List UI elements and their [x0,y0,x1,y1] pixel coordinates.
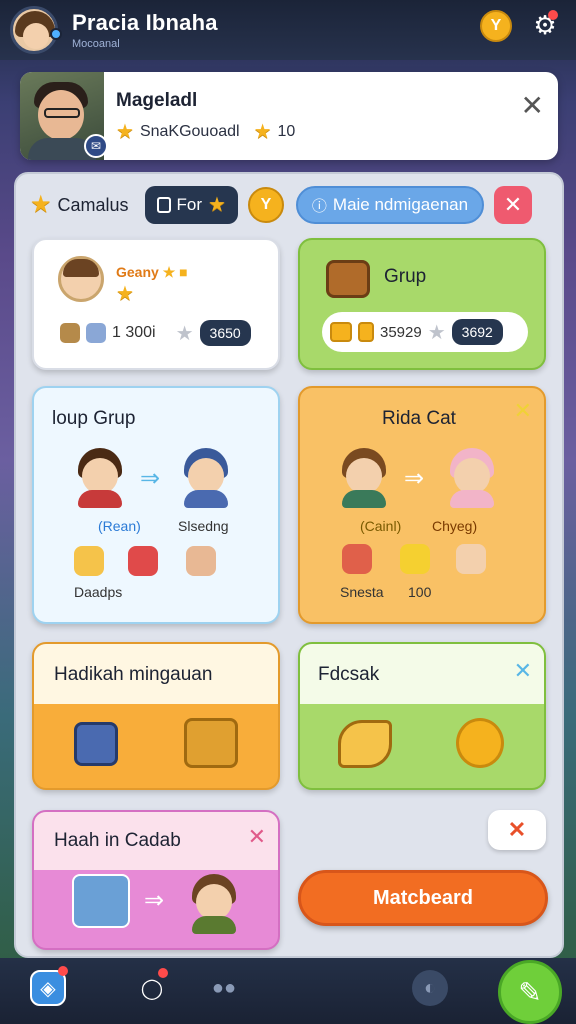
filter-label-text: Camalus [57,194,129,215]
filter-label: ★ Camalus [30,193,129,217]
notification-dot [548,10,558,20]
card-grup[interactable]: Grup 35929 ★ 3692 [298,238,546,370]
treasure-chest-icon [184,718,238,768]
close-icon[interactable]: ✕ [248,824,266,850]
notification-dot [58,966,68,976]
profile-card: ✉ Mageladl ★ SnaKGouoadl ★ 10 ✕ [20,72,558,160]
avatar [58,256,104,302]
gold-box-icon [330,322,352,342]
main-panel: ★ Camalus For ★ Y ⓘ Maie ndmigaenan ✕ Ge… [14,172,564,958]
star-icon: ★ [30,191,52,218]
search-pill-label: Maie ndmigaenan [332,195,469,214]
bottom-nav: ◈ ◯ ●● ◐ ✎ [0,958,576,1024]
gold-coins-icon [456,718,504,768]
card-badge-value: 3650 [199,320,251,346]
character-label: (Rean) [98,518,141,534]
star-icon: ★ [116,283,134,305]
star-icon: ★ [208,194,226,216]
character-avatar [180,448,232,508]
info-icon: ⓘ [311,197,327,215]
card-stats-row: 1 300i ★ 3650 [60,320,251,346]
chest-icon [326,260,370,298]
card-rida-cat[interactable]: Rida Cat ✕ ⇒ (Cainl) Chyeg) Snesta 100 [298,386,546,624]
card-haah[interactable]: Haah in Cadab ✕ ⇒ [32,810,280,950]
character-icon [456,544,486,574]
notification-dot [158,968,168,978]
card-label: Daadps [74,584,123,600]
character-avatar [338,448,390,508]
search-pill[interactable]: ⓘ Maie ndmigaenan [295,186,484,224]
top-bar: Pracia Ibnaha Mocoanal Y ⚙ [0,0,576,60]
profile-stats: ★ SnaKGouoadl ★ 10 [116,122,295,142]
user-name: Pracia Ibnaha [72,10,218,35]
star-icon: ★ [116,121,134,143]
card-value: 1 300i [112,324,156,341]
card-profile-stats[interactable]: Geany ★ ■ ★ 1 300i ★ 3650 [32,238,280,370]
arrow-right-icon: ⇒ [144,887,165,914]
card-title: Rida Cat [382,408,456,429]
card-label: Snesta [340,584,384,600]
card-fdcsak[interactable]: Fdcsak ✕ [298,642,546,790]
nav-friends-icon[interactable]: ●● [206,970,242,1006]
character-avatar [446,448,498,508]
card-weekly[interactable]: Hadikah mingauan [32,642,280,790]
card-badge-value: 3692 [451,319,503,345]
arrow-right-icon: ⇒ [140,465,161,492]
coin-button[interactable]: Y [247,187,284,223]
close-icon[interactable]: ✕ [514,398,532,424]
character-icon [342,544,372,574]
rocket-icon [338,720,392,768]
close-icon[interactable]: ✕ [514,658,532,684]
cards-icon [74,722,118,766]
fruit-icon [400,544,430,574]
star-icon: ★ [427,321,446,344]
character-avatar [74,448,126,508]
card-title: Grup [384,266,427,287]
star-icon: ★ [175,322,194,345]
gold-scroll-icon [358,322,374,342]
close-filter-button[interactable]: ✕ [493,186,532,224]
profile-stat-label: SnaKGouoadl [139,123,240,140]
filter-row: ★ Camalus For ★ Y ⓘ Maie ndmigaenan ✕ [30,184,552,226]
character-avatar [188,874,240,934]
card-tag-text: Geany [116,264,159,280]
character-label: Chyeg) [432,518,478,534]
filter-pill[interactable]: For ★ [144,186,238,224]
card-value: 35929 [380,323,422,341]
dismiss-button[interactable]: ✕ [488,810,546,850]
card-stats-row: 35929 ★ 3692 [322,312,528,352]
chat-fab-icon[interactable]: ✎ [498,960,562,1024]
item-icon [60,323,80,343]
card-title: Fdcsak [318,664,380,685]
character-photo [72,874,130,928]
messenger-icon: ✉ [84,134,108,158]
matchboard-button[interactable]: Matcbeard [298,870,548,926]
profile-name: Mageladl [116,90,198,111]
arrow-right-icon: ⇒ [404,465,425,492]
badge-icon [86,323,106,343]
profile-stat-value: 10 [277,123,296,140]
character-label: Slsedng [178,518,229,534]
user-subtitle: Mocoanal [72,38,120,50]
card-label: 100 [408,584,432,600]
nav-profile-icon[interactable]: ◐ [412,970,448,1006]
online-status-dot [50,28,62,40]
character-icon [186,546,216,576]
card-title: loup Grup [52,408,136,429]
card-title: Hadikah mingauan [54,664,213,685]
card-title: Haah in Cadab [54,830,181,851]
checkbox-icon [156,197,171,213]
close-icon[interactable]: ✕ [521,92,544,120]
character-label: (Cainl) [360,518,402,534]
character-icon [74,546,104,576]
card-group-match[interactable]: loup Grup ⇒ (Rean) Slsedng Daadps [32,386,280,624]
card-tag: Geany ★ ■ [116,264,188,280]
filter-pill-label: For [176,195,203,214]
star-icon: ★ [253,121,272,143]
coin-icon[interactable]: Y [480,10,512,42]
user-info: Pracia Ibnaha Mocoanal [72,10,218,50]
puzzle-icon [128,546,158,576]
